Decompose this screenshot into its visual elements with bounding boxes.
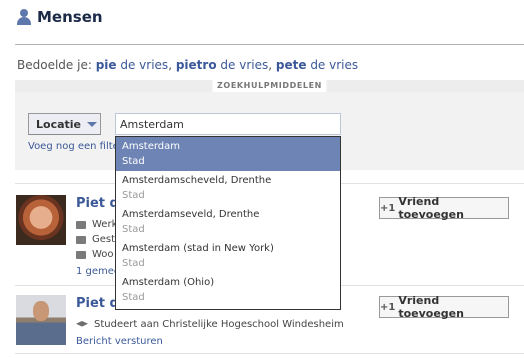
search-tools-header: ZOEKHULPMIDDELEN: [15, 80, 524, 92]
mutual-friends-link[interactable]: 1 gemee: [76, 266, 120, 277]
home-icon: [76, 250, 86, 259]
location-option[interactable]: Amsterdamseveld, Drenthe Stad: [116, 205, 340, 239]
add-filter-link[interactable]: Voeg nog een filter: [28, 141, 123, 152]
result-detail: Studeert aan Christelijke Hogeschool Win…: [76, 319, 344, 330]
add-friend-icon: +1: [380, 202, 396, 214]
result-avatar[interactable]: [16, 295, 66, 345]
location-suggestions-dropdown: Amsterdam Stad Amsterdamscheveld, Drenthe…: [115, 136, 341, 310]
did-you-mean: Bedoelde je: pie de vries, pietro de vri…: [17, 58, 359, 72]
location-option[interactable]: Amsterdamscheveld, Drenthe Stad: [116, 171, 340, 205]
send-message-link[interactable]: Bericht versturen: [76, 336, 163, 347]
location-input[interactable]: [115, 113, 341, 135]
result-divider: [15, 353, 524, 354]
location-filter-label: Locatie: [36, 117, 81, 131]
add-friend-icon: +1: [380, 301, 396, 313]
location-option[interactable]: Amsterdam Stad: [116, 137, 340, 171]
suggestion-link-pie[interactable]: pie de vries: [96, 58, 168, 72]
search-tools-label: ZOEKHULPMIDDELEN: [212, 80, 327, 92]
page-header: Mensen: [17, 6, 103, 28]
caret-down-icon: [87, 121, 97, 127]
add-friend-button[interactable]: +1 Vriend toevoegen: [379, 195, 509, 221]
graduation-icon: [76, 321, 88, 327]
location-filter-button[interactable]: Locatie: [28, 113, 101, 135]
result-avatar[interactable]: [16, 195, 66, 245]
result-detail: Werk: [76, 219, 117, 230]
did-you-mean-prefix: Bedoelde je:: [17, 58, 92, 72]
suggestion-link-pete[interactable]: pete de vries: [276, 58, 358, 72]
suggestion-link-pietro[interactable]: pietro de vries: [176, 58, 268, 72]
location-option[interactable]: Amsterdam (Ohio) Stad: [116, 273, 340, 307]
result-detail: Woo: [76, 249, 114, 260]
person-icon: [17, 9, 31, 25]
add-friend-button[interactable]: +1 Vriend toevoegen: [379, 294, 509, 320]
page-title: Mensen: [37, 8, 103, 26]
work-icon: [76, 220, 86, 229]
heart-icon: [76, 235, 86, 244]
result-detail: Gest: [76, 234, 115, 245]
location-option[interactable]: Amsterdam (stad in New York) Stad: [116, 239, 340, 273]
title-divider: [15, 44, 524, 45]
